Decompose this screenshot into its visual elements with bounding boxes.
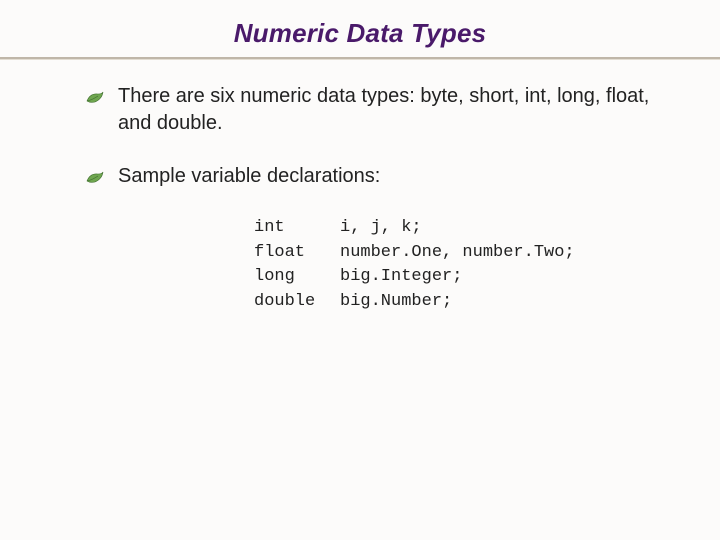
code-vars: big.Integer;	[340, 265, 462, 290]
title-rule	[0, 55, 720, 61]
code-type: double	[254, 290, 340, 315]
code-row: float number.One, number.Two;	[254, 241, 662, 266]
slide-title: Numeric Data Types	[40, 18, 680, 49]
slide: Numeric Data Types There are six numeric…	[0, 0, 720, 540]
slide-body: There are six numeric data types: byte, …	[40, 83, 680, 315]
bullet-text: Sample variable declarations:	[118, 163, 380, 190]
code-type: long	[254, 265, 340, 290]
code-vars: i, j, k;	[340, 216, 422, 241]
leaf-bullet-icon	[86, 167, 104, 189]
bullet-item: There are six numeric data types: byte, …	[86, 83, 662, 137]
bullet-item: Sample variable declarations:	[86, 163, 662, 190]
code-vars: number.One, number.Two;	[340, 241, 575, 266]
code-row: long big.Integer;	[254, 265, 662, 290]
bullet-text: There are six numeric data types: byte, …	[118, 83, 662, 137]
code-vars: big.Number;	[340, 290, 452, 315]
code-block: int i, j, k; float number.One, number.Tw…	[254, 216, 662, 315]
code-row: int i, j, k;	[254, 216, 662, 241]
code-row: double big.Number;	[254, 290, 662, 315]
leaf-bullet-icon	[86, 87, 104, 109]
code-type: int	[254, 216, 340, 241]
code-type: float	[254, 241, 340, 266]
